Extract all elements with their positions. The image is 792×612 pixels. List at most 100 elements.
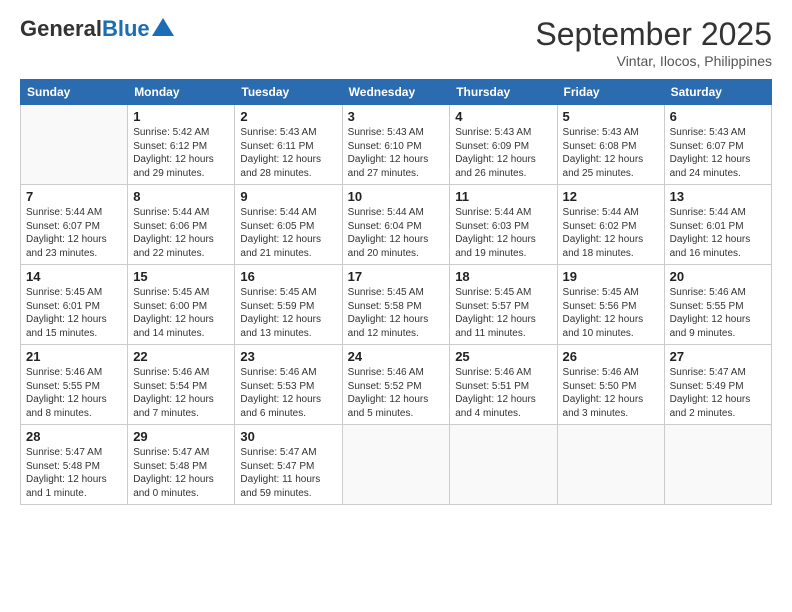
calendar-cell <box>664 425 771 505</box>
calendar-cell <box>342 425 450 505</box>
day-number: 4 <box>455 109 551 124</box>
day-info: Sunrise: 5:45 AMSunset: 5:58 PMDaylight:… <box>348 286 445 340</box>
day-info: Sunrise: 5:47 AMSunset: 5:48 PMDaylight:… <box>133 446 229 500</box>
day-info: Sunrise: 5:43 AMSunset: 6:07 PMDaylight:… <box>670 126 766 180</box>
day-info: Sunrise: 5:47 AMSunset: 5:48 PMDaylight:… <box>26 446 122 500</box>
calendar-cell: 21 Sunrise: 5:46 AMSunset: 5:55 PMDayligh… <box>21 345 128 425</box>
day-number: 27 <box>670 349 766 364</box>
page: General Blue September 2025 Vintar, Iloc… <box>0 0 792 612</box>
calendar-cell: 20Sunrise: 5:46 AMSunset: 5:55 PMDayligh… <box>664 265 771 345</box>
day-number: 12 <box>563 189 659 204</box>
calendar-day-header: Wednesday <box>342 80 450 105</box>
calendar-day-header: Tuesday <box>235 80 342 105</box>
day-info: Sunrise: 5:45 AMSunset: 5:59 PMDaylight:… <box>240 286 336 340</box>
day-number: 10 <box>348 189 445 204</box>
calendar-table: SundayMondayTuesdayWednesdayThursdayFrid… <box>20 79 772 505</box>
day-number: 7 <box>26 189 122 204</box>
calendar-week-row: 1 Sunrise: 5:42 AMSunset: 6:12 PMDaylight… <box>21 105 772 185</box>
day-number: 22 <box>133 349 229 364</box>
calendar-cell: 2 Sunrise: 5:43 AMSunset: 6:11 PMDaylight… <box>235 105 342 185</box>
day-info: Sunrise: 5:43 AMSunset: 6:10 PMDaylight:… <box>348 126 445 180</box>
calendar-cell: 13 Sunrise: 5:44 AMSunset: 6:01 PMDayligh… <box>664 185 771 265</box>
calendar-cell: 17 Sunrise: 5:45 AMSunset: 5:58 PMDayligh… <box>342 265 450 345</box>
calendar-cell: 8 Sunrise: 5:44 AMSunset: 6:06 PMDaylight… <box>128 185 235 265</box>
location: Vintar, Ilocos, Philippines <box>535 53 772 69</box>
calendar-week-row: 28Sunrise: 5:47 AMSunset: 5:48 PMDayligh… <box>21 425 772 505</box>
day-info: Sunrise: 5:43 AMSunset: 6:08 PMDaylight:… <box>563 126 659 180</box>
day-number: 18 <box>455 269 551 284</box>
title-block: September 2025 Vintar, Ilocos, Philippin… <box>535 16 772 69</box>
day-info: Sunrise: 5:42 AMSunset: 6:12 PMDaylight:… <box>133 126 229 180</box>
day-number: 5 <box>563 109 659 124</box>
day-info: Sunrise: 5:44 AMSunset: 6:04 PMDaylight:… <box>348 206 445 260</box>
calendar-week-row: 14 Sunrise: 5:45 AMSunset: 6:01 PMDayligh… <box>21 265 772 345</box>
day-number: 3 <box>348 109 445 124</box>
calendar-week-row: 7 Sunrise: 5:44 AMSunset: 6:07 PMDaylight… <box>21 185 772 265</box>
day-number: 26 <box>563 349 659 364</box>
calendar-cell: 18 Sunrise: 5:45 AMSunset: 5:57 PMDayligh… <box>450 265 557 345</box>
calendar-cell: 11 Sunrise: 5:44 AMSunset: 6:03 PMDayligh… <box>450 185 557 265</box>
calendar-cell: 5 Sunrise: 5:43 AMSunset: 6:08 PMDaylight… <box>557 105 664 185</box>
day-number: 23 <box>240 349 336 364</box>
day-info: Sunrise: 5:44 AMSunset: 6:05 PMDaylight:… <box>240 206 336 260</box>
day-info: Sunrise: 5:44 AMSunset: 6:06 PMDaylight:… <box>133 206 229 260</box>
month-title: September 2025 <box>535 16 772 53</box>
day-number: 24 <box>348 349 445 364</box>
calendar-cell: 7 Sunrise: 5:44 AMSunset: 6:07 PMDaylight… <box>21 185 128 265</box>
day-info: Sunrise: 5:46 AMSunset: 5:55 PMDaylight:… <box>670 286 766 340</box>
day-info: Sunrise: 5:45 AMSunset: 6:01 PMDaylight:… <box>26 286 122 340</box>
day-number: 21 <box>26 349 122 364</box>
day-number: 9 <box>240 189 336 204</box>
calendar-day-header: Saturday <box>664 80 771 105</box>
day-info: Sunrise: 5:44 AMSunset: 6:07 PMDaylight:… <box>26 206 122 260</box>
day-number: 19 <box>563 269 659 284</box>
calendar-cell: 30 Sunrise: 5:47 AMSunset: 5:47 PMDayligh… <box>235 425 342 505</box>
logo: General Blue <box>20 16 174 42</box>
calendar-cell <box>21 105 128 185</box>
calendar-cell: 15 Sunrise: 5:45 AMSunset: 6:00 PMDayligh… <box>128 265 235 345</box>
day-number: 11 <box>455 189 551 204</box>
calendar-cell: 25Sunrise: 5:46 AMSunset: 5:51 PMDayligh… <box>450 345 557 425</box>
day-number: 6 <box>670 109 766 124</box>
day-info: Sunrise: 5:43 AMSunset: 6:11 PMDaylight:… <box>240 126 336 180</box>
day-info: Sunrise: 5:46 AMSunset: 5:51 PMDaylight:… <box>455 366 551 420</box>
day-info: Sunrise: 5:45 AMSunset: 5:56 PMDaylight:… <box>563 286 659 340</box>
calendar-cell: 3 Sunrise: 5:43 AMSunset: 6:10 PMDaylight… <box>342 105 450 185</box>
day-info: Sunrise: 5:45 AMSunset: 5:57 PMDaylight:… <box>455 286 551 340</box>
calendar-cell <box>450 425 557 505</box>
day-number: 29 <box>133 429 229 444</box>
calendar-cell: 22 Sunrise: 5:46 AMSunset: 5:54 PMDayligh… <box>128 345 235 425</box>
day-info: Sunrise: 5:46 AMSunset: 5:54 PMDaylight:… <box>133 366 229 420</box>
day-number: 14 <box>26 269 122 284</box>
day-number: 2 <box>240 109 336 124</box>
day-number: 1 <box>133 109 229 124</box>
logo-general: General <box>20 16 102 42</box>
day-number: 15 <box>133 269 229 284</box>
day-info: Sunrise: 5:44 AMSunset: 6:03 PMDaylight:… <box>455 206 551 260</box>
day-info: Sunrise: 5:46 AMSunset: 5:52 PMDaylight:… <box>348 366 445 420</box>
day-number: 13 <box>670 189 766 204</box>
day-number: 8 <box>133 189 229 204</box>
day-info: Sunrise: 5:47 AMSunset: 5:47 PMDaylight:… <box>240 446 336 500</box>
calendar-cell: 26 Sunrise: 5:46 AMSunset: 5:50 PMDayligh… <box>557 345 664 425</box>
day-number: 30 <box>240 429 336 444</box>
day-info: Sunrise: 5:45 AMSunset: 6:00 PMDaylight:… <box>133 286 229 340</box>
calendar-cell: 6 Sunrise: 5:43 AMSunset: 6:07 PMDaylight… <box>664 105 771 185</box>
day-info: Sunrise: 5:46 AMSunset: 5:55 PMDaylight:… <box>26 366 122 420</box>
calendar-cell: 24 Sunrise: 5:46 AMSunset: 5:52 PMDayligh… <box>342 345 450 425</box>
calendar-day-header: Friday <box>557 80 664 105</box>
day-info: Sunrise: 5:46 AMSunset: 5:53 PMDaylight:… <box>240 366 336 420</box>
calendar-cell: 29 Sunrise: 5:47 AMSunset: 5:48 PMDayligh… <box>128 425 235 505</box>
day-info: Sunrise: 5:43 AMSunset: 6:09 PMDaylight:… <box>455 126 551 180</box>
calendar-day-header: Sunday <box>21 80 128 105</box>
calendar-header-row: SundayMondayTuesdayWednesdayThursdayFrid… <box>21 80 772 105</box>
day-info: Sunrise: 5:46 AMSunset: 5:50 PMDaylight:… <box>563 366 659 420</box>
day-number: 17 <box>348 269 445 284</box>
calendar-day-header: Monday <box>128 80 235 105</box>
day-info: Sunrise: 5:44 AMSunset: 6:01 PMDaylight:… <box>670 206 766 260</box>
calendar-cell: 19 Sunrise: 5:45 AMSunset: 5:56 PMDayligh… <box>557 265 664 345</box>
header: General Blue September 2025 Vintar, Iloc… <box>20 16 772 69</box>
calendar-cell: 14 Sunrise: 5:45 AMSunset: 6:01 PMDayligh… <box>21 265 128 345</box>
calendar-cell: 10 Sunrise: 5:44 AMSunset: 6:04 PMDayligh… <box>342 185 450 265</box>
day-info: Sunrise: 5:44 AMSunset: 6:02 PMDaylight:… <box>563 206 659 260</box>
